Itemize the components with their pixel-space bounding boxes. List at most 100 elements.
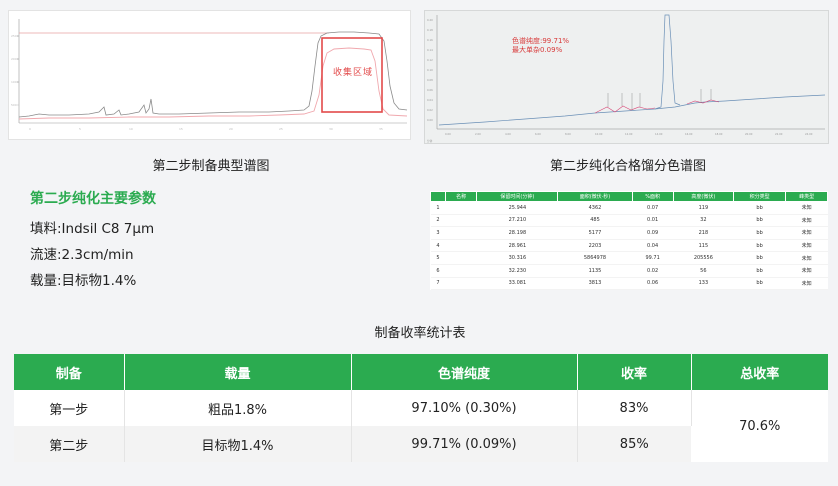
peak-rt: 32.230: [476, 264, 558, 278]
peak-integration: bb: [733, 214, 786, 228]
peak-integration: bb: [733, 239, 786, 253]
yield-col-purity: 色谱纯度: [351, 354, 578, 390]
peak-type: 未知: [785, 251, 828, 265]
qc-chromatogram-plot: 0.20 0.18 0.16 0.14 0.12 0.10 0.08 0.06 0.04 0.…: [427, 14, 826, 143]
peak-integration: bb: [733, 251, 786, 265]
svg-text:0.00: 0.00: [445, 132, 451, 136]
svg-text:30: 30: [329, 127, 333, 131]
yield-table: 制备 载量 色谱纯度 收率 总收率 第一步 粗品1.8% 97.10% (0.3…: [14, 354, 828, 462]
svg-text:2000: 2000: [11, 57, 19, 61]
peak-name: [445, 239, 477, 253]
svg-text:18.00: 18.00: [715, 132, 723, 136]
table-row: 2 27.210 485 0.01 32 bb 未知: [430, 214, 828, 228]
svg-text:2.00: 2.00: [475, 132, 481, 136]
peak-area-pct: 0.01: [632, 214, 674, 228]
param-filler: 填料:Indsil C8 7μm: [30, 221, 155, 237]
svg-text:0.04: 0.04: [427, 98, 433, 102]
param-load: 载量:目标物1.4%: [30, 273, 137, 289]
peak-height: 133: [673, 277, 734, 291]
yield-table-header: 制备 载量 色谱纯度 收率 总收率: [14, 354, 828, 390]
svg-text:0.12: 0.12: [427, 58, 433, 62]
yield-purity: 97.10% (0.30%): [351, 390, 578, 426]
table-row: 7 33.081 3813 0.06 133 bb 未知: [430, 277, 828, 291]
peak-col-height: 高度(微伏): [672, 191, 735, 202]
svg-text:16.00: 16.00: [685, 132, 693, 136]
peak-area: 3813: [557, 277, 632, 291]
svg-text:25: 25: [279, 127, 283, 131]
collection-region-label: 收集区域: [333, 68, 374, 78]
svg-text:0.06: 0.06: [427, 88, 433, 92]
peak-integration: bb: [733, 201, 786, 215]
yield-col-load: 载量: [124, 354, 352, 390]
peak-table: 名称 保留时间(分钟) 面积(微伏·秒) %面积 高度(微伏) 积分类型 峰类型…: [430, 191, 828, 291]
svg-text:22.00: 22.00: [775, 132, 783, 136]
svg-text:6.00: 6.00: [535, 132, 541, 136]
peak-name: [445, 226, 477, 240]
peak-col-name: 名称: [444, 191, 478, 202]
svg-text:0.16: 0.16: [427, 38, 433, 42]
total-yield-value: 70.6%: [691, 390, 828, 462]
peak-col-rt: 保留时间(分钟): [476, 191, 559, 202]
svg-text:20: 20: [229, 127, 233, 131]
max-impurity-value: 最大单杂0.09%: [512, 46, 563, 54]
svg-text:14.00: 14.00: [655, 132, 663, 136]
peak-area-pct: 0.06: [632, 277, 674, 291]
qc-chromatogram-caption: 第二步纯化合格馏分色谱图: [549, 159, 706, 174]
svg-text:0.20: 0.20: [427, 18, 433, 22]
peak-index: 3: [430, 226, 446, 240]
peak-rt: 27.210: [476, 214, 558, 228]
params-title: 第二步纯化主要参数: [30, 191, 156, 207]
peak-area-pct: 0.09: [632, 226, 674, 240]
yield-purity: 99.71% (0.09%): [351, 426, 578, 462]
peak-col-area: 面积(微伏·秒): [557, 191, 633, 202]
peak-area: 5177: [557, 226, 632, 240]
svg-text:35: 35: [379, 127, 383, 131]
peak-index: 1: [430, 201, 446, 215]
peak-index: 2: [430, 214, 446, 228]
yield-col-step: 制备: [14, 354, 125, 390]
peak-height: 32: [673, 214, 734, 228]
qc-chromatogram: 0.20 0.18 0.16 0.14 0.12 0.10 0.08 0.06 0.04 0.…: [424, 10, 829, 144]
prep-chromatogram-caption: 第二步制备典型谱图: [152, 159, 270, 174]
peak-area: 1135: [557, 264, 632, 278]
peak-type: 未知: [785, 239, 828, 253]
peak-rt: 28.961: [476, 239, 558, 253]
table-row: 3 28.198 5177 0.09 218 bb 未知: [430, 226, 828, 240]
svg-text:0.18: 0.18: [427, 28, 433, 32]
peak-area-pct: 99.71: [632, 251, 674, 265]
svg-text:24.00: 24.00: [805, 132, 813, 136]
peak-area-pct: 0.02: [632, 264, 674, 278]
yield-load: 目标物1.4%: [124, 426, 352, 462]
peak-height: 56: [673, 264, 734, 278]
svg-text:8.00: 8.00: [565, 132, 571, 136]
svg-text:10: 10: [129, 127, 133, 131]
svg-text:12.00: 12.00: [625, 132, 633, 136]
svg-text:0.08: 0.08: [427, 78, 433, 82]
peak-height: 115: [673, 239, 734, 253]
peak-integration: bb: [733, 277, 786, 291]
param-flow: 流速:2.3cm/min: [30, 247, 134, 263]
peak-height: 119: [673, 201, 734, 215]
peak-type: 未知: [785, 226, 828, 240]
svg-text:分钟: 分钟: [427, 139, 433, 143]
yield-load: 粗品1.8%: [124, 390, 352, 426]
peak-col-index: [430, 191, 446, 202]
peak-area: 4362: [557, 201, 632, 215]
peak-index: 4: [430, 239, 446, 253]
peak-name: [445, 277, 477, 291]
svg-text:500: 500: [11, 103, 17, 107]
peak-area: 5864978: [557, 251, 632, 265]
peak-integration: bb: [733, 264, 786, 278]
svg-text:0.02: 0.02: [427, 108, 433, 112]
svg-text:2500: 2500: [11, 34, 19, 38]
purity-annotation: 色谱纯度:99.71% 最大单杂0.09%: [512, 37, 569, 55]
table-row: 第一步 粗品1.8% 97.10% (0.30%) 83% 70.6%: [14, 390, 828, 462]
purity-value: 色谱纯度:99.71%: [512, 37, 570, 45]
peak-col-area-pct: %面积: [631, 191, 674, 202]
yield-value: 85%: [577, 426, 691, 462]
peak-index: 5: [430, 251, 446, 265]
peak-height: 205556: [673, 251, 734, 265]
peak-height: 218: [673, 226, 734, 240]
peak-name: [445, 264, 477, 278]
table-row: 5 30.316 5864978 99.71 205556 bb 未知: [430, 251, 828, 265]
